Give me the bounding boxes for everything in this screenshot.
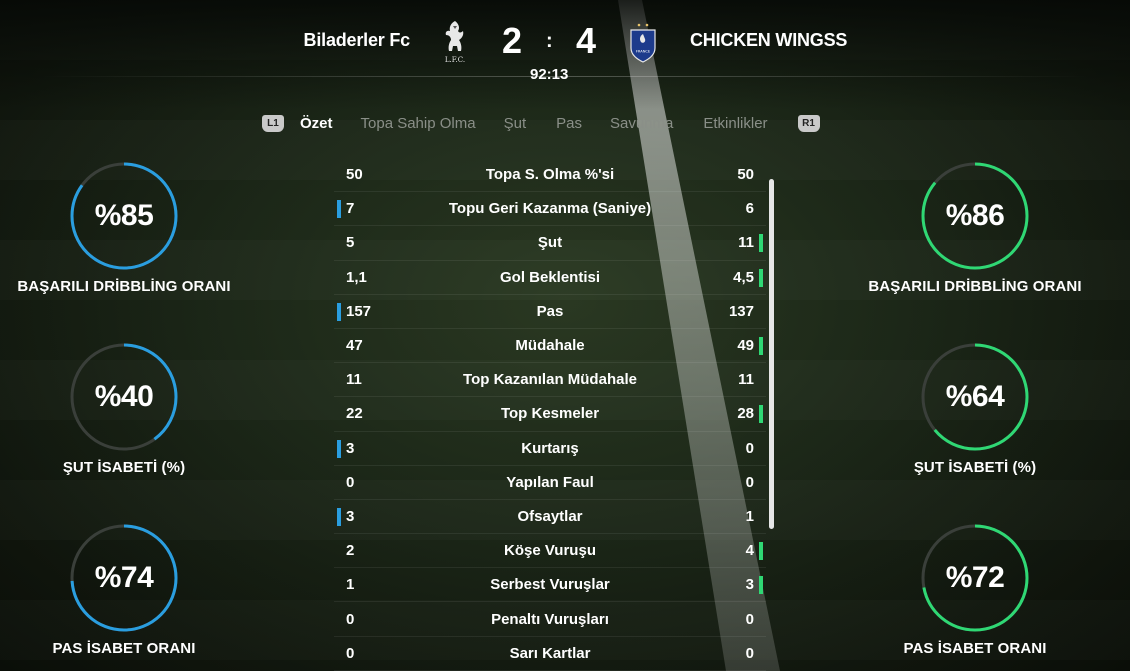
tab-pas[interactable]: Pas <box>556 115 582 132</box>
stat-row: 0 Penaltı Vuruşları 0 <box>334 602 766 637</box>
away-lead-marker <box>759 405 763 424</box>
tab-ozet[interactable]: Özet <box>300 115 333 132</box>
stat-label: Müdahale <box>515 337 585 355</box>
tab-savunma[interactable]: Savunma <box>610 115 673 132</box>
header-shade <box>0 0 1130 110</box>
gauge-value: %40 <box>94 380 154 413</box>
away-team-name: CHICKEN WINGSS <box>690 30 848 50</box>
stat-label: Top Kazanılan Müdahale <box>463 371 637 389</box>
stat-label: Top Kesmeler <box>500 405 600 423</box>
stat-row: 157 Pas 137 <box>334 295 766 329</box>
france-crest-icon: FRANCE <box>628 22 658 70</box>
away-stat-value: 4,5 <box>733 268 754 286</box>
away-shot-accuracy-label: ŞUT İSABETİ (%) <box>913 459 1037 476</box>
stat-row: 22 Top Kesmeler 28 <box>334 397 766 432</box>
away-stat-value: 0 <box>745 610 754 628</box>
home-shot-accuracy-label: ŞUT İSABETİ (%) <box>62 459 186 476</box>
away-lead-marker <box>759 336 763 355</box>
stat-row: 5 Şut 11 <box>334 226 766 261</box>
away-lead-marker <box>759 576 763 595</box>
gauge-value: %85 <box>94 199 154 232</box>
away-stat-value: 28 <box>737 405 754 423</box>
stats-table[interactable]: 50 Topa S. Olma %'si 50 7 Topu Geri Kazanma … <box>334 158 766 671</box>
stat-row: 0 Yapılan Faul 0 <box>334 466 766 500</box>
away-stat-value: 137 <box>728 302 754 320</box>
stat-label: Gol Beklentisi <box>499 268 601 286</box>
home-dribbling-gauge: %85 <box>70 162 178 270</box>
r1-button-icon[interactable]: R1 <box>797 115 820 132</box>
stat-label: Köşe Vuruşu <box>504 542 596 560</box>
stat-label: Penaltı Vuruşları <box>491 610 609 628</box>
away-lead-marker <box>759 542 763 561</box>
stat-row: 1,1 Gol Beklentisi 4,5 <box>334 261 766 295</box>
stat-row: 2 Köşe Vuruşu 4 <box>334 534 766 569</box>
away-stat-value: 3 <box>745 576 754 594</box>
away-pass-accuracy-gauge: %72 <box>921 524 1029 632</box>
away-dribbling-label: BAŞARILI DRİBBLİNG ORANI <box>868 278 1082 295</box>
stat-label: Serbest Vuruşlar <box>490 576 610 594</box>
stat-row: 1 Serbest Vuruşlar 3 <box>334 568 766 603</box>
crest-lettering: L.F.C. <box>445 56 465 64</box>
stats-tab-bar: L1 Özet Topa Sahip Olma Şut Pas Savunma … <box>262 115 820 132</box>
stats-scrollbar[interactable] <box>769 179 774 529</box>
liverbird-crest-icon: L.F.C. <box>440 18 470 66</box>
tab-sut[interactable]: Şut <box>504 115 527 132</box>
stat-row: 0 Sarı Kartlar 0 <box>334 637 766 671</box>
stat-label: Topu Geri Kazanma (Saniye) <box>448 200 652 218</box>
stat-row: 11 Top Kazanılan Müdahale 11 <box>334 363 766 398</box>
score-separator: : <box>546 30 553 52</box>
stat-label: Ofsaytlar <box>517 507 583 525</box>
home-pass-accuracy-label: PAS İSABET ORANI <box>52 640 196 657</box>
away-shot-accuracy-gauge: %64 <box>921 343 1029 451</box>
away-stat-value: 50 <box>737 166 754 184</box>
away-stat-value: 11 <box>738 234 754 252</box>
stat-label: Kurtarış <box>521 439 579 457</box>
match-clock: 92:13 <box>530 66 569 83</box>
home-pass-accuracy-gauge: %74 <box>70 524 178 632</box>
home-shot-accuracy-gauge: %40 <box>70 343 178 451</box>
stat-row: 47 Müdahale 49 <box>334 329 766 364</box>
away-stat-value: 49 <box>737 337 754 355</box>
home-team-name: Biladerler Fc <box>303 30 411 50</box>
stat-label: Sarı Kartlar <box>509 644 591 662</box>
stat-label: Şut <box>537 234 563 252</box>
away-stat-value: 1 <box>745 507 754 525</box>
away-stat-value: 0 <box>745 644 754 662</box>
away-dribbling-gauge: %86 <box>921 162 1029 270</box>
away-stat-value: 0 <box>745 473 754 491</box>
gauge-value: %86 <box>945 199 1005 232</box>
stat-label: Yapılan Faul <box>506 473 594 491</box>
stat-row: 7 Topu Geri Kazanma (Saniye) 6 <box>334 192 766 227</box>
away-lead-marker <box>759 268 763 287</box>
away-score: 4 <box>576 20 597 61</box>
gauge-value: %72 <box>945 561 1005 594</box>
home-score: 2 <box>502 20 523 61</box>
tab-etkinlikler[interactable]: Etkinlikler <box>703 115 767 132</box>
away-stat-value: 0 <box>745 439 754 457</box>
tab-topa-sahip-olma[interactable]: Topa Sahip Olma <box>361 115 476 132</box>
l1-button-icon[interactable]: L1 <box>262 115 284 132</box>
home-dribbling-label: BAŞARILI DRİBBLİNG ORANI <box>17 278 231 295</box>
away-stat-value: 6 <box>745 200 754 218</box>
stat-row: 3 Kurtarış 0 <box>334 432 766 466</box>
gauge-value: %74 <box>94 561 154 594</box>
stat-row: 3 Ofsaytlar 1 <box>334 500 766 535</box>
away-stat-value: 4 <box>745 542 754 560</box>
stat-label: Topa S. Olma %'si <box>485 166 615 184</box>
away-pass-accuracy-label: PAS İSABET ORANI <box>903 640 1047 657</box>
stat-label: Pas <box>536 302 564 320</box>
stat-row: 50 Topa S. Olma %'si 50 <box>334 158 766 193</box>
gauge-value: %64 <box>945 380 1005 413</box>
away-lead-marker <box>759 234 763 253</box>
away-stat-value: 11 <box>738 371 754 389</box>
crest-lettering: FRANCE <box>636 50 651 54</box>
